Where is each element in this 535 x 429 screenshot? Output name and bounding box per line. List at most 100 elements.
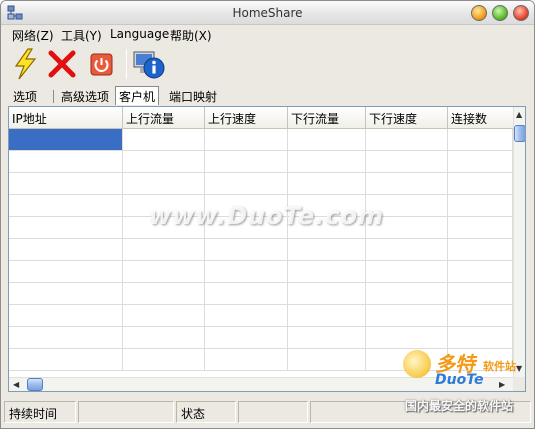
table-cell[interactable] — [366, 151, 448, 172]
table-cell[interactable] — [366, 239, 448, 260]
menu-help[interactable]: 帮助(X) — [170, 27, 212, 44]
table-cell[interactable] — [448, 151, 513, 172]
table-cell[interactable] — [123, 349, 205, 370]
table-cell[interactable] — [123, 151, 205, 172]
table-cell[interactable] — [9, 151, 123, 172]
table-cell[interactable] — [448, 283, 513, 304]
table-cell[interactable] — [448, 305, 513, 326]
table-cell[interactable] — [288, 173, 366, 194]
maximize-button[interactable] — [492, 5, 508, 21]
column-ip-address[interactable]: IP地址 — [9, 107, 123, 129]
column-connections[interactable]: 连接数 — [448, 107, 513, 129]
table-row[interactable] — [9, 261, 513, 283]
menu-tools[interactable]: 工具(Y) — [61, 27, 102, 44]
table-cell[interactable] — [205, 283, 288, 304]
table-cell[interactable] — [448, 327, 513, 348]
tab-clients[interactable]: 客户机 — [115, 86, 160, 105]
table-cell[interactable] — [288, 151, 366, 172]
table-cell[interactable] — [205, 261, 288, 282]
table-row[interactable] — [9, 239, 513, 261]
toolbar-separator — [126, 49, 127, 79]
table-cell[interactable] — [123, 173, 205, 194]
column-download-speed[interactable]: 下行速度 — [366, 107, 448, 129]
table-cell[interactable] — [9, 217, 123, 238]
table-cell[interactable] — [448, 261, 513, 282]
table-cell[interactable] — [205, 173, 288, 194]
app-window: HomeShare 网络(Z) 工具(Y) Language 帮助(X) 选项 … — [0, 0, 535, 429]
table-cell[interactable] — [366, 173, 448, 194]
table-cell[interactable] — [366, 327, 448, 348]
table-cell[interactable] — [205, 349, 288, 370]
table-cell[interactable] — [205, 129, 288, 150]
table-cell[interactable] — [448, 239, 513, 260]
scroll-up-arrow-icon[interactable]: ▲ — [516, 110, 522, 119]
table-cell[interactable] — [123, 305, 205, 326]
vertical-scrollbar[interactable]: ▲ ▼ — [513, 107, 525, 377]
status-duration-value — [78, 401, 174, 423]
table-cell[interactable] — [9, 283, 123, 304]
tab-advanced-options[interactable]: 高级选项 — [58, 87, 112, 105]
vertical-scroll-thumb[interactable] — [514, 125, 525, 142]
table-cell[interactable] — [9, 305, 123, 326]
table-cell[interactable] — [205, 239, 288, 260]
menu-network[interactable]: 网络(Z) — [12, 27, 54, 44]
table-cell[interactable] — [366, 283, 448, 304]
table-cell[interactable] — [366, 261, 448, 282]
table-cell[interactable] — [205, 151, 288, 172]
status-state: 状态 — [176, 401, 236, 423]
table-cell[interactable] — [9, 261, 123, 282]
column-upload-traffic[interactable]: 上行流量 — [123, 107, 205, 129]
table-cell[interactable] — [288, 261, 366, 282]
column-download-traffic[interactable]: 下行流量 — [288, 107, 366, 129]
table-cell[interactable] — [288, 327, 366, 348]
table-cell[interactable] — [448, 217, 513, 238]
scroll-left-arrow-icon[interactable]: ◀ — [13, 380, 19, 389]
close-x-icon — [45, 50, 79, 84]
table-cell[interactable] — [123, 239, 205, 260]
table-cell[interactable] — [288, 129, 366, 150]
table-cell[interactable] — [448, 195, 513, 216]
table-cell[interactable] — [123, 283, 205, 304]
table-cell[interactable] — [448, 129, 513, 150]
selected-cell[interactable] — [9, 129, 123, 150]
table-cell[interactable] — [205, 327, 288, 348]
table-cell[interactable] — [9, 349, 123, 370]
table-cell[interactable] — [366, 129, 448, 150]
tab-options[interactable]: 选项 — [10, 87, 40, 105]
menu-bar: 网络(Z) 工具(Y) Language 帮助(X) — [1, 25, 534, 44]
connect-button[interactable] — [8, 47, 42, 81]
shutdown-button[interactable] — [85, 47, 119, 81]
table-cell[interactable] — [366, 305, 448, 326]
table-cell[interactable] — [9, 173, 123, 194]
table-cell[interactable] — [9, 195, 123, 216]
info-button[interactable] — [132, 47, 166, 81]
table-cell[interactable] — [288, 239, 366, 260]
table-cell[interactable] — [123, 261, 205, 282]
table-row[interactable] — [9, 305, 513, 327]
column-upload-speed[interactable]: 上行速度 — [205, 107, 288, 129]
menu-language[interactable]: Language — [110, 27, 169, 41]
table-header: IP地址 上行流量 上行速度 下行流量 下行速度 连接数 — [9, 107, 513, 129]
table-cell[interactable] — [448, 173, 513, 194]
table-cell[interactable] — [123, 129, 205, 150]
table-row[interactable] — [9, 283, 513, 305]
table-cell[interactable] — [123, 327, 205, 348]
table-body — [9, 129, 513, 377]
title-bar[interactable]: HomeShare — [1, 1, 534, 25]
table-cell[interactable] — [205, 305, 288, 326]
minimize-button[interactable] — [471, 5, 487, 21]
table-cell[interactable] — [9, 327, 123, 348]
tab-port-mapping[interactable]: 端口映射 — [166, 87, 220, 105]
table-row[interactable] — [9, 327, 513, 349]
table-row[interactable] — [9, 151, 513, 173]
table-cell[interactable] — [288, 305, 366, 326]
table-cell[interactable] — [288, 283, 366, 304]
close-window-button[interactable] — [513, 5, 529, 21]
watermark-brand-en: DuoTe — [435, 372, 484, 388]
table-cell[interactable] — [288, 349, 366, 370]
table-row[interactable] — [9, 129, 513, 151]
disconnect-button[interactable] — [45, 47, 79, 81]
table-cell[interactable] — [9, 239, 123, 260]
horizontal-scroll-thumb[interactable] — [27, 378, 43, 391]
table-row[interactable] — [9, 173, 513, 195]
